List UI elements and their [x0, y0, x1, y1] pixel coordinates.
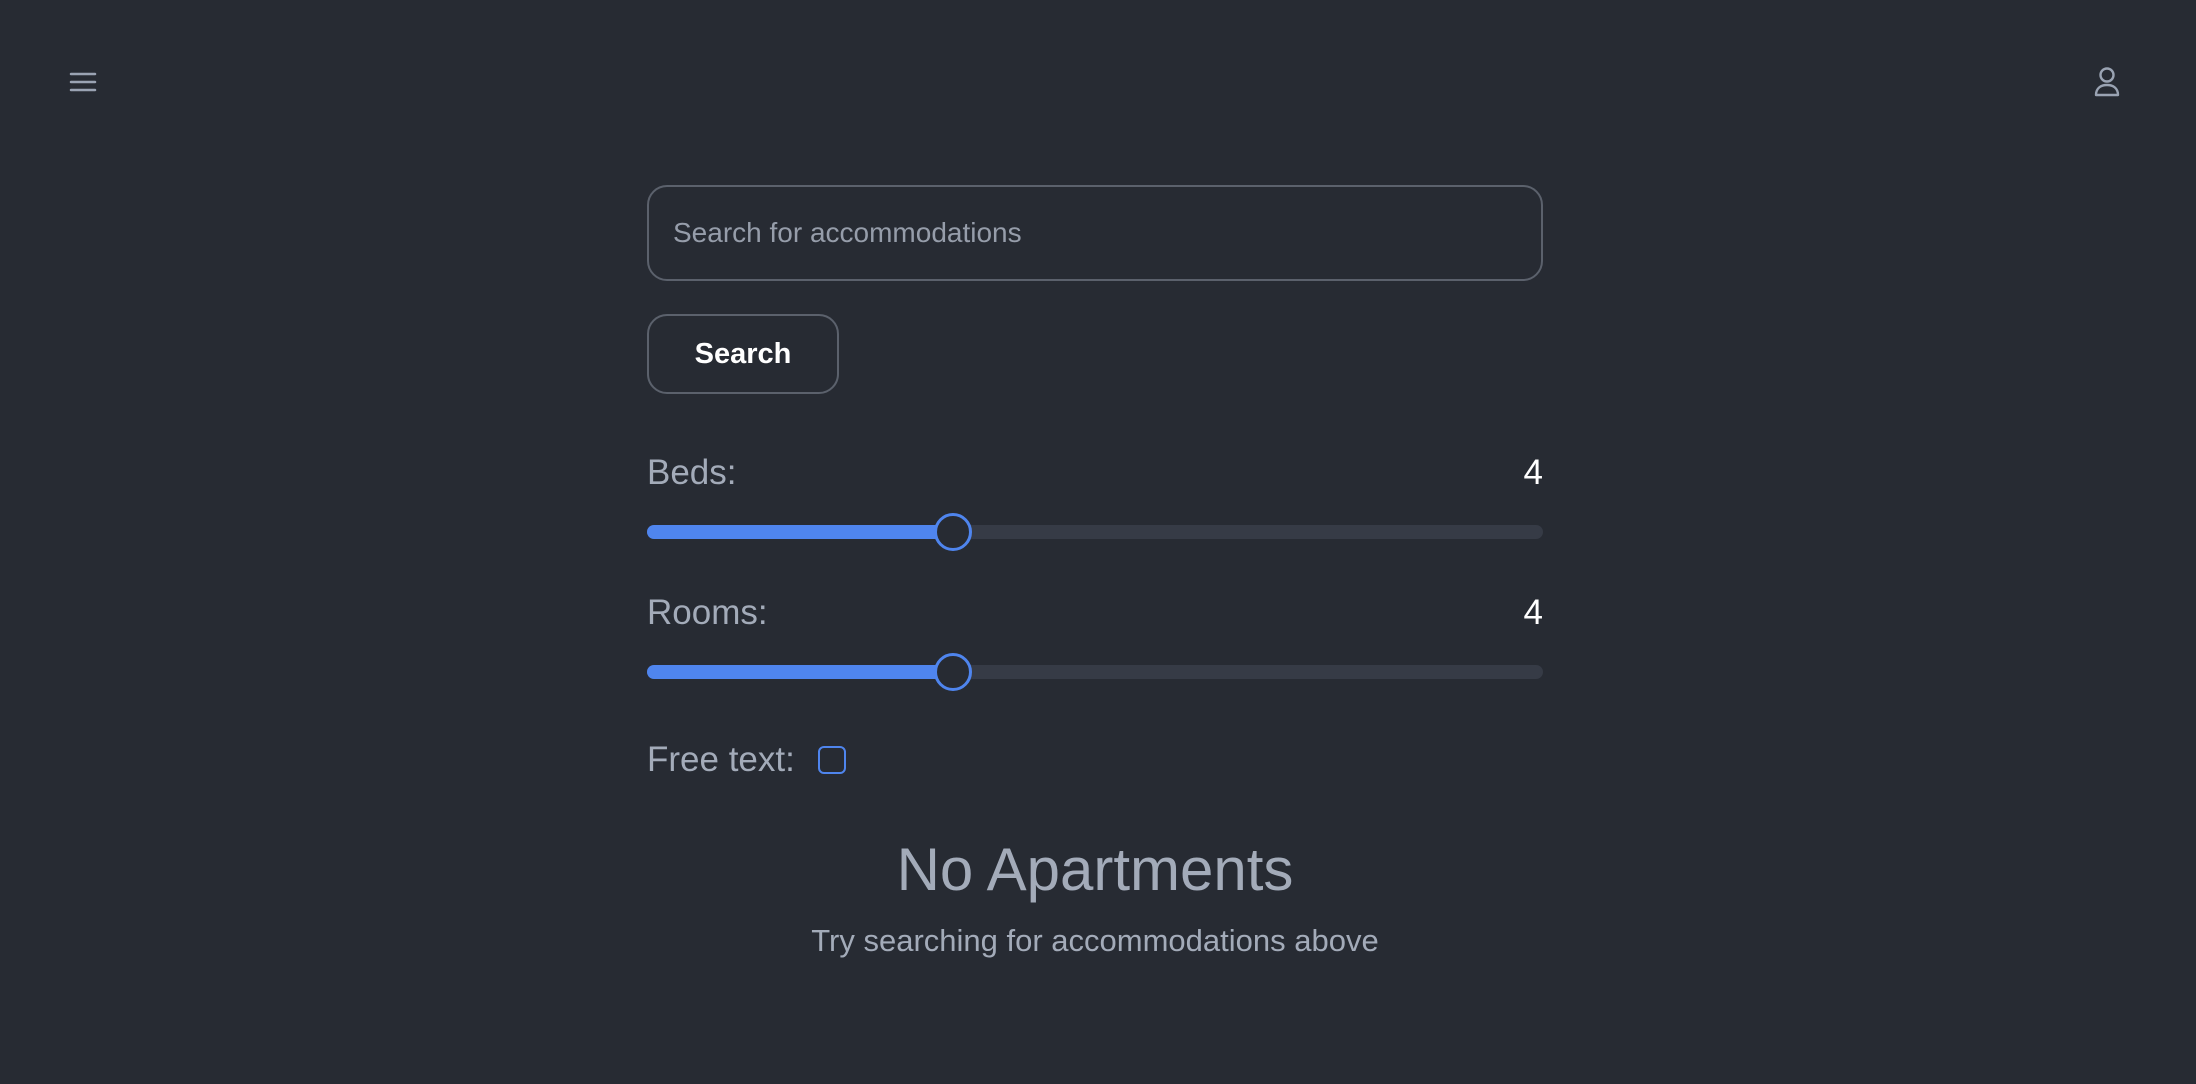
user-icon	[2094, 67, 2120, 97]
empty-state: No Apartments Try searching for accommod…	[647, 835, 1543, 959]
rooms-filter: Rooms: 4	[647, 592, 1543, 692]
beds-slider-fill	[647, 525, 952, 539]
beds-slider[interactable]	[647, 512, 1543, 552]
free-text-label: Free text:	[647, 740, 795, 779]
menu-button[interactable]	[63, 62, 103, 102]
rooms-value: 4	[1523, 593, 1543, 632]
rooms-slider[interactable]	[647, 652, 1543, 692]
free-text-filter: Free text:	[647, 740, 1543, 780]
beds-filter: Beds: 4	[647, 452, 1543, 552]
beds-value: 4	[1523, 453, 1543, 492]
search-button[interactable]: Search	[647, 314, 839, 394]
search-input[interactable]	[647, 185, 1543, 281]
profile-button[interactable]	[2087, 62, 2127, 102]
search-panel: Search Beds: 4 Rooms: 4 Free text: No Ap…	[647, 185, 1543, 959]
beds-label: Beds:	[647, 453, 737, 492]
rooms-slider-thumb[interactable]	[933, 653, 972, 691]
empty-state-subtitle: Try searching for accommodations above	[811, 923, 1379, 958]
hamburger-menu-icon	[69, 72, 97, 92]
rooms-label: Rooms:	[647, 593, 768, 632]
beds-slider-thumb[interactable]	[933, 513, 972, 551]
empty-state-title: No Apartments	[896, 836, 1294, 903]
rooms-slider-fill	[647, 665, 952, 679]
free-text-checkbox[interactable]	[817, 746, 846, 774]
